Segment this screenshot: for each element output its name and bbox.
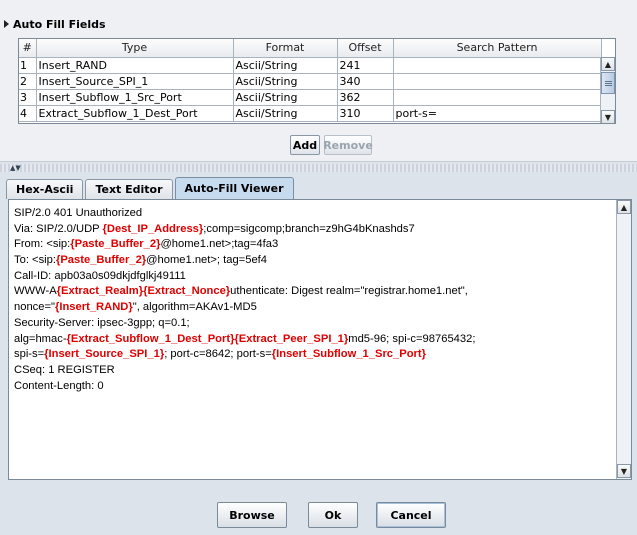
message-text-segment: Content-Length: 0: [14, 379, 104, 392]
message-text-segment: alg=hmac-: [14, 332, 67, 345]
message-text-segment: WWW-A: [14, 285, 57, 298]
message-line: From: <sip:{Paste_Buffer_2}@home1.net>;t…: [14, 237, 614, 253]
column-header-search-pattern[interactable]: Search Pattern: [393, 39, 602, 58]
message-text-segment: CSeq: 1 REGISTER: [14, 363, 115, 376]
viewer-tabs: Hex-Ascii Text Editor Auto-Fill Viewer: [6, 177, 294, 199]
ok-button[interactable]: Ok: [308, 502, 358, 528]
auto-fill-table[interactable]: # Type Format Offset Search Pattern 1 In…: [18, 38, 616, 124]
message-text-segment: Via: SIP/2.0/UDP: [14, 222, 103, 235]
auto-fill-token: {Insert_Subflow_1_Src_Port}: [271, 348, 426, 361]
auto-fill-viewer-text-area[interactable]: SIP/2.0 401 Unauthorized Via: SIP/2.0/UDP…: [8, 199, 632, 480]
auto-fill-token: {Insert_Source_SPI_1}: [44, 348, 165, 361]
column-header-num[interactable]: #: [19, 39, 37, 58]
auto-fill-panel: Auto Fill Fields # Type Format Offset Se…: [0, 0, 637, 162]
row-format[interactable]: Ascii/String: [233, 73, 338, 90]
row-offset[interactable]: 241: [337, 57, 394, 74]
message-line: Via: SIP/2.0/UDP {Dest_IP_Address};comp=…: [14, 222, 614, 238]
row-search-pattern[interactable]: [393, 73, 602, 90]
row-offset[interactable]: 340: [337, 73, 394, 90]
editor-scrollbar[interactable]: ▲ ▼: [616, 200, 631, 479]
message-text-segment: ", algorithm=AKAv1-MD5: [132, 301, 257, 314]
message-text-segment: @home1.net>;tag=4fa3: [160, 238, 279, 251]
auto-fill-token: {Insert_RAND}: [55, 301, 133, 314]
auto-fill-token: {Extract_Subflow_1_Dest_Port}{Extract_Pe…: [66, 332, 349, 345]
row-search-pattern[interactable]: [393, 57, 602, 74]
auto-fill-token: {Paste_Buffer_2}: [55, 254, 147, 267]
tab-hex-ascii[interactable]: Hex-Ascii: [6, 179, 84, 199]
row-number: 4: [19, 105, 37, 122]
divider-collapse-arrows-icon[interactable]: ▲▼: [10, 164, 21, 172]
auto-fill-title: Auto Fill Fields: [13, 17, 106, 31]
column-header-type[interactable]: Type: [36, 39, 234, 58]
scroll-down-icon[interactable]: ▼: [617, 464, 631, 478]
row-search-pattern[interactable]: [393, 89, 602, 106]
message-text-segment: ;comp=sigcomp;branch=z9hG4bKnashds7: [203, 222, 415, 235]
auto-fill-token: {Extract_Realm}{Extract_Nonce}: [56, 285, 231, 298]
table-row[interactable]: 2 Insert_Source_SPI_1 Ascii/String 340: [19, 73, 602, 90]
add-button[interactable]: Add: [290, 135, 320, 155]
auto-fill-token: {Dest_IP_Address}: [102, 222, 204, 235]
message-text-segment: Call-ID: apb03a0s09dkjdfglkj49111: [14, 269, 186, 282]
remove-button[interactable]: Remove: [323, 135, 373, 155]
editor-scroll-track[interactable]: ▲ ▼: [617, 200, 631, 479]
message-line: SIP/2.0 401 Unauthorized: [14, 206, 614, 222]
message-line: Content-Length: 0: [14, 379, 614, 395]
column-header-format[interactable]: Format: [233, 39, 338, 58]
table-row[interactable]: 4 Extract_Subflow_1_Dest_Port Ascii/Stri…: [19, 105, 602, 122]
column-header-offset[interactable]: Offset: [337, 39, 394, 58]
row-number: 1: [19, 57, 37, 74]
message-text-segment: nonce=": [14, 301, 55, 314]
message-text-segment: ; port-c=8642; port-s=: [164, 348, 272, 361]
message-text-segment: spi-s=: [14, 348, 45, 361]
row-type[interactable]: Insert_RAND: [36, 57, 234, 74]
scroll-up-icon[interactable]: ▲: [617, 200, 631, 214]
table-scrollbar[interactable]: ▲ ▼: [600, 57, 615, 123]
table-row[interactable]: 1 Insert_RAND Ascii/String 241: [19, 57, 602, 74]
scroll-thumb[interactable]: [601, 72, 615, 94]
tab-auto-fill-viewer[interactable]: Auto-Fill Viewer: [174, 177, 294, 199]
auto-fill-token: {Paste_Buffer_2}: [70, 238, 161, 251]
grip-icon: [604, 80, 612, 86]
message-line: alg=hmac-{Extract_Subflow_1_Dest_Port}{E…: [14, 332, 614, 348]
auto-fill-header[interactable]: Auto Fill Fields: [4, 17, 106, 31]
message-line: CSeq: 1 REGISTER: [14, 363, 614, 379]
row-offset[interactable]: 310: [337, 105, 394, 122]
row-search-pattern[interactable]: port-s=: [393, 105, 602, 122]
message-line: Call-ID: apb03a0s09dkjdfglkj49111: [14, 269, 614, 285]
row-type[interactable]: Insert_Source_SPI_1: [36, 73, 234, 90]
message-text-segment: To: <sip:: [14, 254, 56, 267]
row-type[interactable]: Insert_Subflow_1_Src_Port: [36, 89, 234, 106]
message-text-segment: From: <sip:: [14, 238, 71, 251]
message-line: nonce="{Insert_RAND}", algorithm=AKAv1-M…: [14, 300, 614, 316]
scroll-down-icon[interactable]: ▼: [601, 110, 615, 123]
table-header-row: # Type Format Offset Search Pattern: [19, 39, 602, 58]
tab-text-editor[interactable]: Text Editor: [85, 179, 173, 199]
message-line: Security-Server: ipsec-3gpp; q=0.1;: [14, 316, 614, 332]
split-pane-divider[interactable]: [0, 164, 637, 172]
row-format[interactable]: Ascii/String: [233, 105, 338, 122]
message-line: spi-s={Insert_Source_SPI_1}; port-c=8642…: [14, 347, 614, 363]
message-text-segment: md5-96; spi-c=98765432;: [348, 332, 476, 345]
message-text[interactable]: SIP/2.0 401 Unauthorized Via: SIP/2.0/UDP…: [14, 206, 614, 394]
row-number: 2: [19, 73, 37, 90]
scroll-up-icon[interactable]: ▲: [601, 57, 615, 71]
row-type[interactable]: Extract_Subflow_1_Dest_Port: [36, 105, 234, 122]
message-line: WWW-A{Extract_Realm}{Extract_Nonce}uthen…: [14, 284, 614, 300]
row-format[interactable]: Ascii/String: [233, 57, 338, 74]
message-line: To: <sip:{Paste_Buffer_2}@home1.net>; ta…: [14, 253, 614, 269]
row-format[interactable]: Ascii/String: [233, 89, 338, 106]
message-text-segment: SIP/2.0 401 Unauthorized: [14, 207, 143, 219]
row-offset[interactable]: 362: [337, 89, 394, 106]
cancel-button[interactable]: Cancel: [376, 502, 446, 528]
table-row[interactable]: 3 Insert_Subflow_1_Src_Port Ascii/String…: [19, 89, 602, 106]
browse-button[interactable]: Browse: [217, 502, 287, 528]
message-text-segment: @home1.net>; tag=5ef4: [146, 254, 267, 267]
expand-caret-icon[interactable]: [4, 20, 9, 28]
row-number: 3: [19, 89, 37, 106]
message-text-segment: uthenticate: Digest realm="registrar.hom…: [230, 285, 468, 298]
message-text-segment: Security-Server: ipsec-3gpp; q=0.1;: [14, 316, 190, 329]
